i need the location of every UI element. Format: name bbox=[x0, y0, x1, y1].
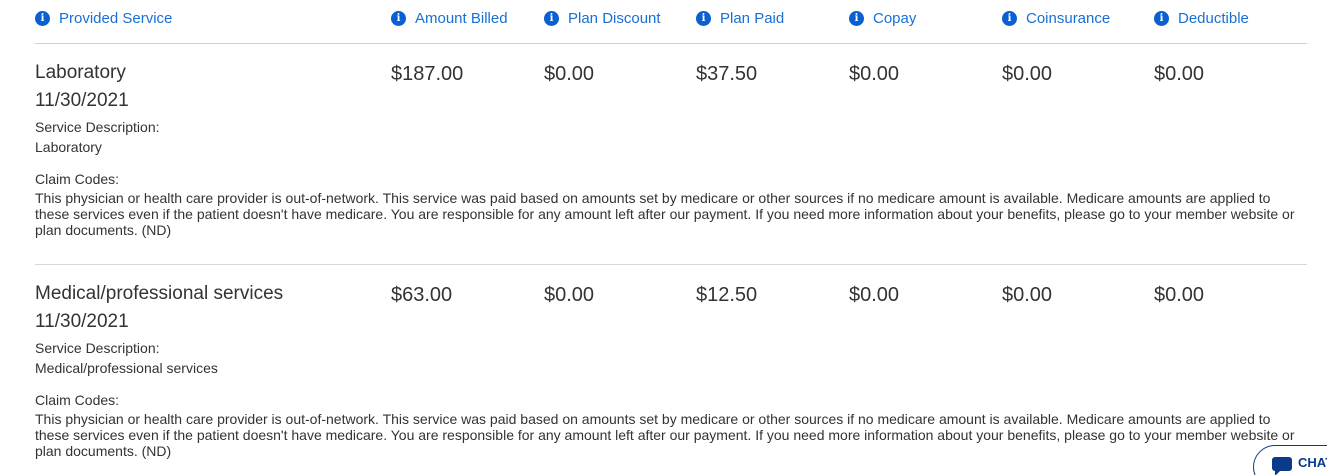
deductible: $0.00 bbox=[1154, 284, 1205, 306]
claim-codes-label: Claim Codes: bbox=[35, 171, 120, 187]
column-header-label: Coinsurance bbox=[1026, 10, 1111, 27]
info-icon[interactable]: i bbox=[544, 11, 559, 26]
plan-discount: $0.00 bbox=[544, 63, 595, 85]
coinsurance: $0.00 bbox=[1002, 284, 1053, 306]
table-header: i Provided Service i Amount Billed i Pla… bbox=[35, 0, 1307, 44]
column-header-amount-billed[interactable]: i Amount Billed bbox=[391, 10, 508, 27]
column-header-label: Provided Service bbox=[59, 10, 173, 27]
service-description-label: Service Description: bbox=[35, 340, 160, 356]
service-description: Laboratory bbox=[35, 139, 102, 155]
coinsurance: $0.00 bbox=[1002, 63, 1053, 85]
copay: $0.00 bbox=[849, 284, 900, 306]
column-header-coinsurance[interactable]: i Coinsurance bbox=[1002, 10, 1110, 27]
service-row: Medical/professional services 11/30/2021… bbox=[35, 283, 1307, 475]
column-header-provided-service[interactable]: i Provided Service bbox=[35, 10, 172, 27]
plan-paid: $37.50 bbox=[696, 63, 758, 85]
column-header-copay[interactable]: i Copay bbox=[849, 10, 916, 27]
chat-label: CHAT bbox=[1298, 454, 1327, 470]
claim-codes-text: This physician or health care provider i… bbox=[35, 190, 1295, 238]
column-header-label: Plan Paid bbox=[720, 10, 785, 27]
claim-codes-text: This physician or health care provider i… bbox=[35, 411, 1295, 459]
column-header-plan-discount[interactable]: i Plan Discount bbox=[544, 10, 661, 27]
info-icon[interactable]: i bbox=[849, 11, 864, 26]
info-icon[interactable]: i bbox=[696, 11, 711, 26]
column-header-deductible[interactable]: i Deductible bbox=[1154, 10, 1249, 27]
service-name: Medical/professional services bbox=[35, 283, 284, 304]
amount-billed: $63.00 bbox=[391, 284, 453, 306]
deductible: $0.00 bbox=[1154, 63, 1205, 85]
chat-button[interactable]: CHAT bbox=[1253, 445, 1327, 475]
service-description: Medical/professional services bbox=[35, 360, 218, 376]
plan-paid: $12.50 bbox=[696, 284, 758, 306]
column-header-label: Amount Billed bbox=[415, 10, 508, 27]
column-header-label: Plan Discount bbox=[568, 10, 661, 27]
info-icon[interactable]: i bbox=[35, 11, 50, 26]
column-header-plan-paid[interactable]: i Plan Paid bbox=[696, 10, 784, 27]
amount-billed: $187.00 bbox=[391, 63, 464, 85]
claim-codes-label: Claim Codes: bbox=[35, 392, 120, 408]
column-header-label: Copay bbox=[873, 10, 917, 27]
info-icon[interactable]: i bbox=[391, 11, 406, 26]
copay: $0.00 bbox=[849, 63, 900, 85]
service-date: 11/30/2021 bbox=[35, 311, 129, 332]
column-header-label: Deductible bbox=[1178, 10, 1249, 27]
info-icon[interactable]: i bbox=[1154, 11, 1169, 26]
info-icon[interactable]: i bbox=[1002, 11, 1017, 26]
service-description-label: Service Description: bbox=[35, 119, 160, 135]
chat-bubble-icon bbox=[1272, 457, 1292, 475]
plan-discount: $0.00 bbox=[544, 284, 595, 306]
service-row: Laboratory 11/30/2021 $187.00 $0.00 $37.… bbox=[35, 62, 1307, 265]
service-name: Laboratory bbox=[35, 62, 126, 83]
service-date: 11/30/2021 bbox=[35, 90, 129, 111]
claim-details-page: i Provided Service i Amount Billed i Pla… bbox=[0, 0, 1327, 475]
